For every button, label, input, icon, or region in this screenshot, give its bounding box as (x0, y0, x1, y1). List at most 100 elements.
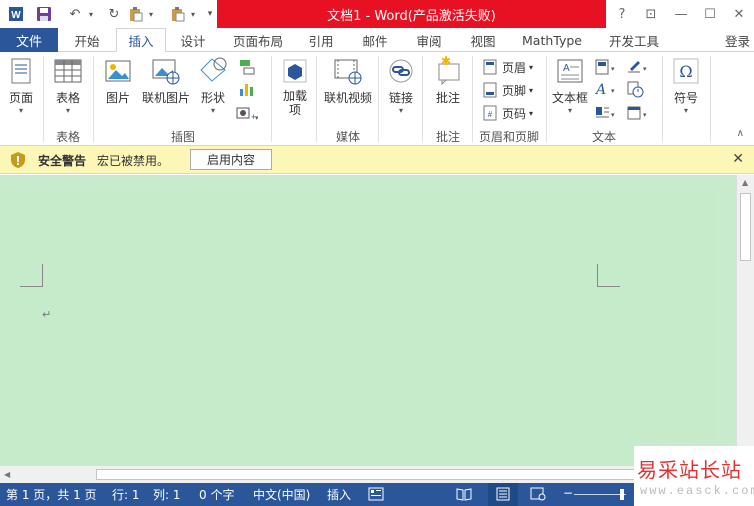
tab-design[interactable]: 设计 (172, 28, 214, 52)
comment-button[interactable]: ✱ 批注 (430, 54, 466, 106)
horizontal-scroll-thumb[interactable] (96, 469, 636, 480)
tab-view[interactable]: 视图 (462, 28, 504, 52)
signature-line-icon[interactable]: ▾ (626, 58, 650, 76)
save-icon[interactable] (34, 5, 54, 23)
print-layout-button[interactable] (488, 483, 518, 506)
header-button[interactable]: 页眉 ▾ (482, 57, 533, 77)
group-divider (662, 56, 663, 142)
tab-file[interactable]: 文件 (0, 28, 58, 52)
drop-cap-icon[interactable]: ▾ (594, 104, 618, 122)
group-divider (472, 56, 473, 142)
zoom-slider-thumb[interactable] (620, 489, 624, 500)
tab-developer[interactable]: 开发工具 (600, 28, 668, 52)
smartart-icon[interactable] (238, 58, 256, 76)
chevron-down-icon: ▾ (529, 62, 534, 72)
paste-dropdown-icon[interactable]: ▾ (146, 5, 156, 23)
svg-text:▾: ▾ (611, 111, 615, 119)
tab-references[interactable]: 引用 (300, 28, 342, 52)
online-picture-icon (152, 59, 180, 85)
window-title: 文档1 - Word(产品激活失败) (217, 0, 606, 28)
security-warning-text: 宏已被禁用。 (97, 154, 170, 168)
word-count[interactable]: 0 个字 (199, 486, 234, 503)
group-divider (93, 56, 94, 142)
chart-icon[interactable] (238, 80, 256, 98)
group-divider (546, 56, 547, 142)
word-logo-icon: W (6, 5, 26, 23)
horizontal-scrollbar[interactable]: ◀ (0, 465, 736, 483)
clipboard-icon[interactable] (168, 5, 188, 23)
svg-text:A: A (594, 82, 606, 98)
close-warning-icon[interactable]: ✕ (732, 151, 744, 167)
language-indicator[interactable]: 中文(中国) (253, 486, 310, 503)
maximize-button[interactable]: ☐ (699, 4, 721, 24)
date-time-icon[interactable] (626, 80, 650, 98)
page-button[interactable]: 页面 ▾ (4, 54, 38, 116)
document-page[interactable]: ↵ (0, 191, 715, 465)
customize-qat-icon[interactable]: ▾ (204, 5, 216, 23)
redo-icon[interactable]: ↻ (104, 5, 124, 23)
status-bar: 第 1 页，共 1 页 行: 1 列: 1 0 个字 中文(中国) 插入 − (0, 483, 634, 506)
wordart-icon[interactable]: A ▾ (594, 80, 618, 98)
clipboard-dropdown-icon[interactable]: ▾ (188, 5, 198, 23)
textbox-button[interactable]: A 文本框 ▾ (550, 54, 590, 116)
shapes-button[interactable]: 形状 ▾ (196, 54, 230, 116)
online-video-button[interactable]: 联机视频 (322, 54, 374, 106)
web-layout-icon[interactable] (530, 487, 546, 501)
shapes-icon (200, 57, 227, 82)
tab-insert[interactable]: 插入 (116, 28, 166, 53)
margin-corner-top-right (597, 264, 620, 287)
quick-parts-icon[interactable]: ▾ (594, 58, 618, 76)
undo-icon[interactable]: ↶ (64, 5, 86, 23)
addins-button[interactable]: 加载 项 (278, 54, 312, 117)
enable-content-button[interactable]: 启用内容 (190, 149, 272, 170)
minimize-button[interactable]: — (670, 4, 692, 24)
sign-in-link[interactable]: 登录 (725, 28, 750, 52)
paste-icon[interactable] (126, 5, 146, 23)
collapse-ribbon-icon[interactable]: ∧ (737, 128, 744, 139)
object-icon[interactable]: ▾ (626, 104, 650, 122)
group-label-text: 文本 (591, 130, 616, 144)
ribbon-display-button[interactable]: ⊡ (640, 4, 662, 24)
link-button[interactable]: 链接 ▾ (384, 54, 418, 116)
group-label-header-footer: 页眉和页脚 (478, 130, 539, 144)
symbol-button[interactable]: Ω 符号 ▾ (668, 54, 704, 116)
picture-button[interactable]: 图片 (101, 54, 135, 106)
undo-dropdown-icon[interactable]: ▾ (86, 5, 96, 23)
close-button[interactable]: ✕ (728, 4, 750, 24)
online-video-icon (334, 59, 362, 85)
chevron-down-icon: ▾ (529, 85, 534, 95)
scroll-up-icon[interactable]: ▲ (742, 178, 748, 187)
svg-text:Ω: Ω (679, 62, 692, 81)
zoom-slider-track[interactable] (574, 494, 626, 495)
tab-review[interactable]: 审阅 (408, 28, 450, 52)
tab-mailings[interactable]: 邮件 (354, 28, 396, 52)
document-area[interactable]: ↵ (0, 175, 736, 465)
title-bar: W ↶ ▾ ↻ ▾ ▾ ▾ 文档1 - Word(产品激活失败) ? ⊡ — ☐… (0, 0, 754, 28)
vertical-scrollbar[interactable]: ▲ (736, 175, 754, 465)
tab-page-layout[interactable]: 页面布局 (226, 28, 290, 52)
tab-home[interactable]: 开始 (64, 28, 110, 52)
chevron-down-icon: ▾ (683, 106, 688, 115)
read-mode-icon[interactable] (456, 487, 472, 501)
page-number-icon: # (483, 105, 497, 121)
svg-text:▾: ▾ (643, 65, 647, 73)
svg-text:#: # (488, 110, 493, 119)
ribbon-tabs: 文件 开始 插入 设计 页面布局 引用 邮件 审阅 视图 MathType 开发… (0, 28, 754, 53)
help-button[interactable]: ? (611, 4, 633, 24)
footer-button[interactable]: 页脚 ▾ (482, 80, 533, 100)
scroll-left-icon[interactable]: ◀ (4, 470, 10, 479)
insert-mode[interactable]: 插入 (327, 486, 351, 503)
margin-corner-top-left (20, 264, 43, 287)
online-picture-button[interactable]: 联机图片 (140, 54, 192, 106)
zoom-out-icon[interactable]: − (563, 486, 573, 500)
screenshot-icon[interactable]: +▾ (236, 104, 258, 122)
page-number-button[interactable]: # 页码 ▾ (482, 103, 533, 123)
tab-mathtype[interactable]: MathType (516, 28, 588, 52)
addins-button-label-2: 项 (288, 103, 301, 117)
vertical-scroll-thumb[interactable] (740, 193, 751, 261)
table-button[interactable]: 表格 ▾ (50, 54, 86, 116)
group-divider (43, 56, 44, 142)
group-divider (710, 56, 711, 142)
macro-recording-icon[interactable] (368, 487, 384, 501)
page-count[interactable]: 第 1 页，共 1 页 (6, 486, 97, 503)
